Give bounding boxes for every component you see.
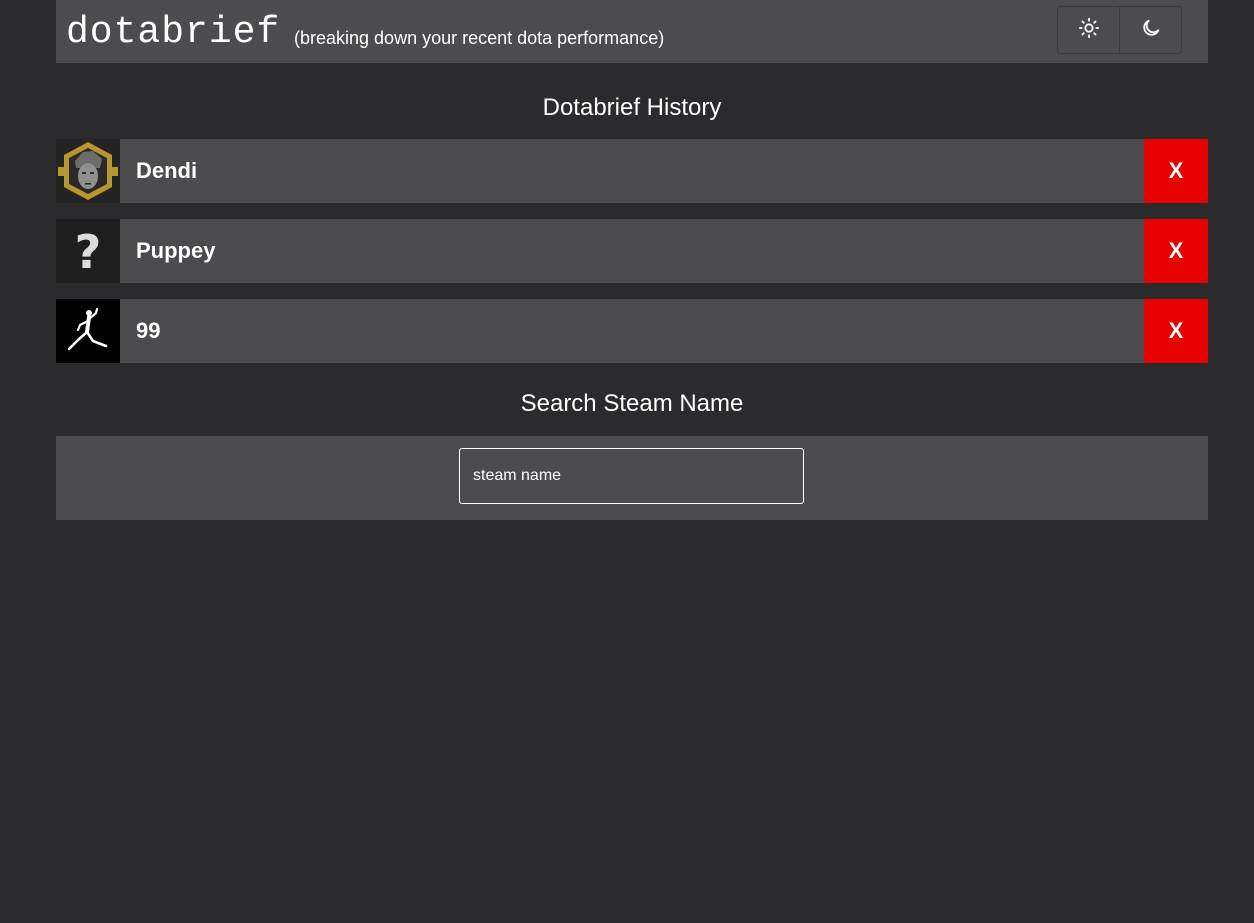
question-mark-avatar: ? [56, 219, 120, 283]
player-name[interactable]: Dendi [120, 139, 1144, 203]
history-item-puppey[interactable]: ? Puppey X [56, 219, 1208, 283]
page-container: dotabrief (breaking down your recent dot… [56, 0, 1208, 520]
player-name[interactable]: 99 [120, 299, 1144, 363]
theme-toggle [1057, 6, 1182, 54]
app-logo[interactable]: dotabrief [66, 11, 280, 55]
dark-mode-button[interactable] [1119, 7, 1181, 53]
steam-name-input[interactable] [459, 448, 804, 504]
app-tagline: (breaking down your recent dota performa… [294, 28, 665, 48]
remove-history-button[interactable]: X [1144, 219, 1208, 283]
sun-icon [1078, 17, 1100, 44]
history-title: Dotabrief History [542, 94, 722, 121]
player-name[interactable]: Puppey [120, 219, 1144, 283]
history-item-99[interactable]: 99 X [56, 299, 1208, 363]
moon-icon [1140, 17, 1162, 44]
svg-text:?: ? [75, 225, 102, 279]
header-bar: dotabrief (breaking down your recent dot… [56, 0, 1208, 63]
light-mode-button[interactable] [1058, 7, 1119, 53]
remove-history-button[interactable]: X [1144, 299, 1208, 363]
search-title: Search Steam Name [520, 390, 744, 417]
dendi-portrait-avatar [56, 139, 120, 203]
jumpman-logo-avatar [56, 299, 120, 363]
history-item-dendi[interactable]: Dendi X [56, 139, 1208, 203]
history-list: Dendi X ? Puppey X 99 X [56, 139, 1208, 363]
search-bar [56, 436, 1208, 520]
remove-history-button[interactable]: X [1144, 139, 1208, 203]
